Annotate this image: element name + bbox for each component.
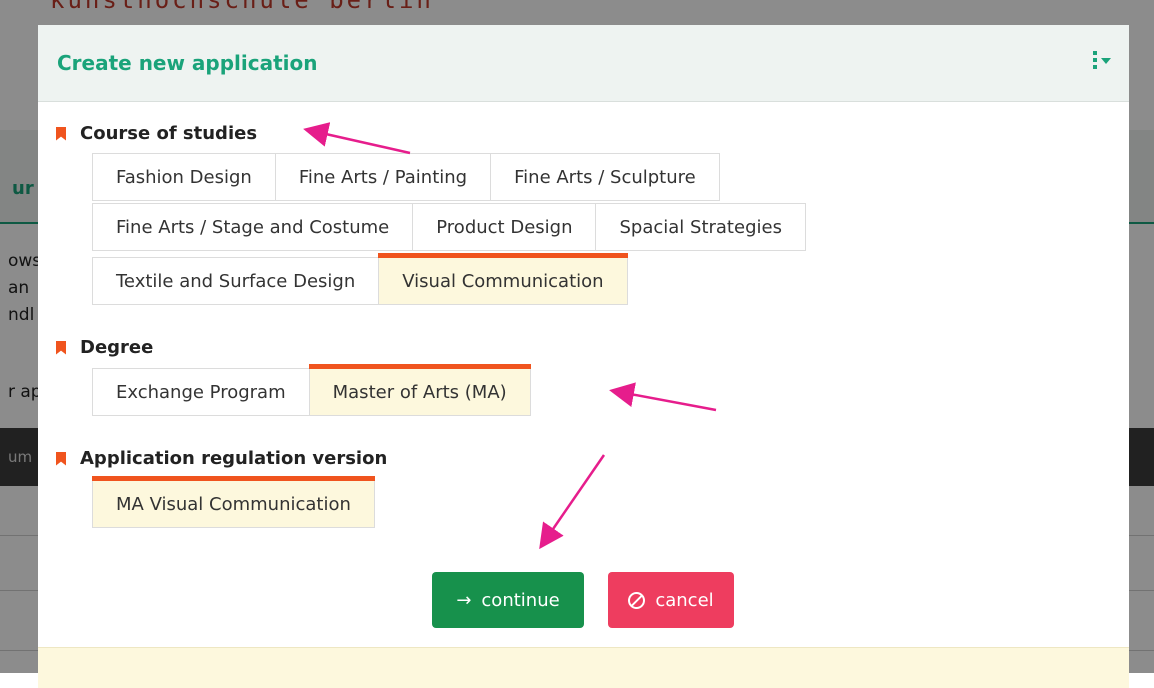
continue-button[interactable]: → continue xyxy=(432,572,584,628)
degree-options-row: Exchange Program Master of Arts (MA) xyxy=(92,364,531,416)
option-fine-arts-stage-costume[interactable]: Fine Arts / Stage and Costume xyxy=(92,203,414,251)
course-options-row-1: Fashion Design Fine Arts / Painting Fine… xyxy=(92,153,720,201)
option-master-of-arts[interactable]: Master of Arts (MA) xyxy=(308,364,531,416)
chevron-down-icon xyxy=(1101,58,1111,64)
section-label-text: Course of studies xyxy=(80,123,258,144)
bookmark-icon xyxy=(56,126,66,141)
vertical-dots-icon xyxy=(1093,51,1097,69)
dialog-footer xyxy=(38,647,1129,688)
course-options-row-3: Textile and Surface Design Visual Commun… xyxy=(92,253,628,305)
course-options-row-2: Fine Arts / Stage and Costume Product De… xyxy=(92,203,806,251)
option-textile-surface-design[interactable]: Textile and Surface Design xyxy=(92,257,380,305)
cancel-circle-icon xyxy=(628,591,646,609)
create-application-dialog: Create new application Course of studies… xyxy=(38,25,1129,688)
option-visual-communication[interactable]: Visual Communication xyxy=(378,253,628,305)
option-fine-arts-sculpture[interactable]: Fine Arts / Sculpture xyxy=(490,153,720,201)
degree-label: Degree xyxy=(56,337,153,358)
course-of-studies-label: Course of studies xyxy=(56,123,257,144)
option-product-design[interactable]: Product Design xyxy=(412,203,597,251)
option-ma-visual-communication[interactable]: MA Visual Communication xyxy=(92,476,375,528)
section-label-text: Application regulation version xyxy=(80,448,388,469)
regulation-options-row: MA Visual Communication xyxy=(92,476,375,528)
option-spacial-strategies[interactable]: Spacial Strategies xyxy=(595,203,806,251)
cancel-button[interactable]: cancel xyxy=(608,572,734,628)
option-exchange-program[interactable]: Exchange Program xyxy=(92,368,310,416)
cancel-button-label: cancel xyxy=(655,589,714,611)
option-fine-arts-painting[interactable]: Fine Arts / Painting xyxy=(274,153,492,201)
dialog-menu-button[interactable] xyxy=(1093,51,1111,69)
continue-button-label: continue xyxy=(481,589,560,611)
regulation-version-label: Application regulation version xyxy=(56,448,387,469)
option-fashion-design[interactable]: Fashion Design xyxy=(92,153,276,201)
dialog-title: Create new application xyxy=(57,51,318,75)
bookmark-icon xyxy=(56,451,66,466)
bookmark-icon xyxy=(56,340,66,355)
arrow-right-icon: → xyxy=(456,589,472,611)
dialog-header: Create new application xyxy=(38,25,1129,102)
section-label-text: Degree xyxy=(80,337,154,358)
